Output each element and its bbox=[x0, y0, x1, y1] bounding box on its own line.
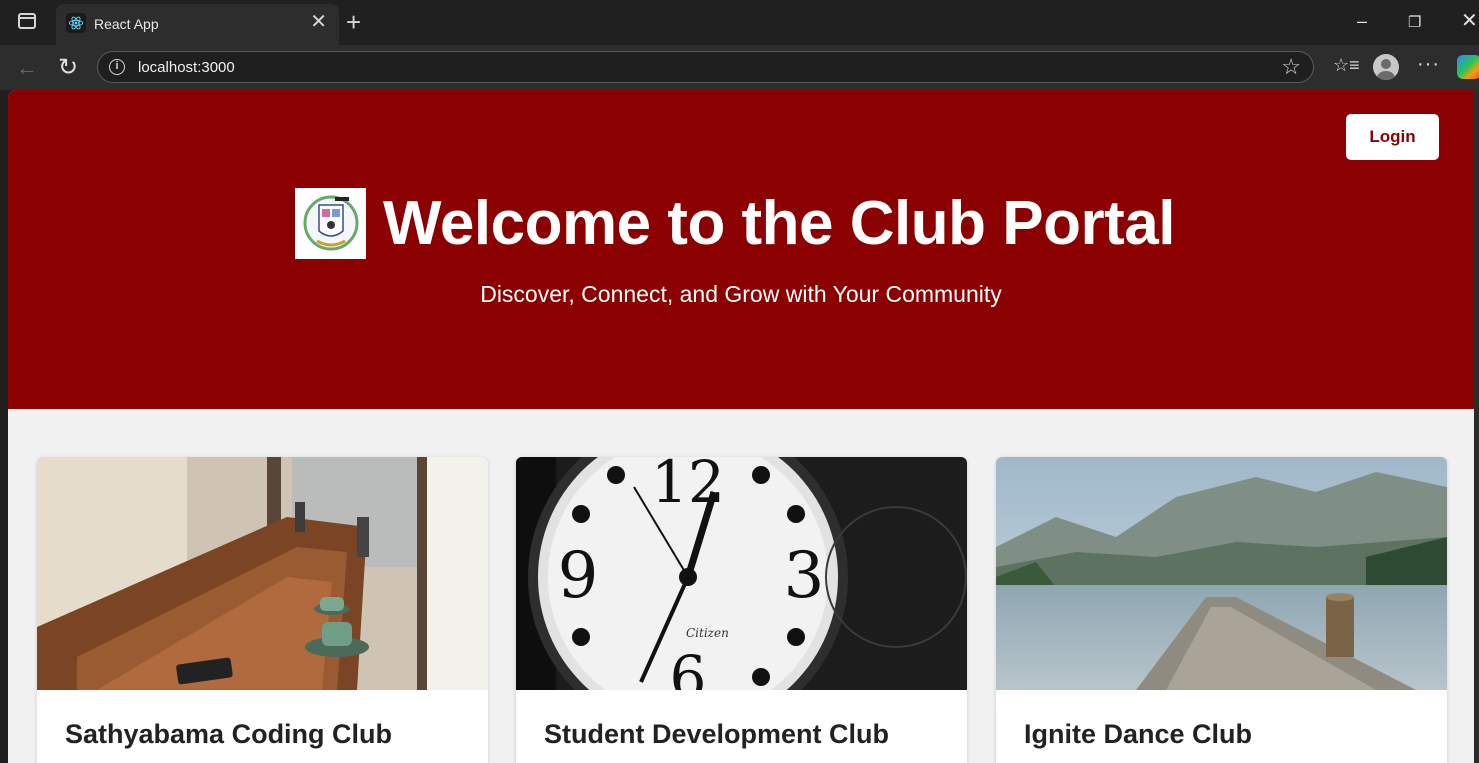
svg-text:12: 12 bbox=[651, 457, 725, 516]
restore-icon[interactable]: ❐ bbox=[1408, 14, 1421, 32]
hero-title-row: Welcome to the Club Portal bbox=[295, 186, 1175, 260]
club-card-coding[interactable]: Sathyabama Coding Club bbox=[37, 457, 488, 763]
clock-photo: 12 9 3 6 Citizen bbox=[516, 457, 967, 690]
back-arrow-icon[interactable]: ← bbox=[16, 55, 38, 81]
browser-tab-bar: React App ✕ + – ❐ ✕ bbox=[0, 0, 1479, 45]
page-subtitle: Discover, Connect, and Grow with Your Co… bbox=[480, 281, 1002, 307]
page-title: Welcome to the Club Portal bbox=[383, 188, 1175, 258]
club-card-student-development[interactable]: 12 9 3 6 Citizen Student Development Clu… bbox=[516, 457, 967, 763]
close-tab-icon[interactable]: ✕ bbox=[310, 12, 327, 32]
login-button[interactable]: Login bbox=[1346, 114, 1439, 160]
club-card-ignite-dance[interactable]: Ignite Dance Club bbox=[996, 457, 1447, 763]
url-input[interactable]: i localhost:3000 ☆ bbox=[97, 51, 1314, 83]
profile-avatar-icon[interactable] bbox=[1373, 54, 1399, 80]
star-icon[interactable]: ☆ bbox=[1281, 54, 1301, 80]
copilot-icon[interactable] bbox=[1457, 55, 1479, 79]
reload-icon[interactable]: ↻ bbox=[58, 53, 78, 82]
window-close-icon[interactable]: ✕ bbox=[1461, 11, 1478, 31]
minimize-icon[interactable]: – bbox=[1357, 12, 1367, 30]
hero-header: Login Welcome to the Club Portal Discove… bbox=[8, 90, 1474, 409]
more-options-icon[interactable]: ··· bbox=[1417, 53, 1440, 76]
lake-pier-photo bbox=[996, 457, 1447, 690]
university-logo bbox=[295, 187, 366, 259]
page-viewport: Login Welcome to the Club Portal Discove… bbox=[8, 90, 1474, 763]
cafe-table-photo bbox=[37, 457, 488, 690]
club-title: Ignite Dance Club bbox=[1024, 719, 1253, 749]
address-bar-row: ← ↻ i localhost:3000 ☆ ☆≡ ··· bbox=[0, 45, 1479, 90]
info-icon[interactable]: i bbox=[109, 59, 125, 75]
page-scrollbar[interactable] bbox=[1474, 90, 1479, 763]
club-title: Student Development Club bbox=[544, 719, 890, 749]
club-title: Sathyabama Coding Club bbox=[65, 719, 393, 749]
new-tab-icon[interactable]: + bbox=[346, 9, 361, 35]
svg-text:Citizen: Citizen bbox=[686, 626, 729, 640]
url-text: localhost:3000 bbox=[138, 59, 235, 76]
svg-text:6: 6 bbox=[670, 643, 707, 690]
sidebar-toggle-icon[interactable] bbox=[18, 13, 36, 29]
svg-text:3: 3 bbox=[784, 539, 825, 613]
tab-title: React App bbox=[94, 16, 159, 32]
favorites-icon[interactable]: ☆≡ bbox=[1333, 55, 1360, 76]
react-icon bbox=[66, 13, 86, 33]
browser-tab[interactable]: React App ✕ bbox=[56, 4, 339, 45]
svg-text:9: 9 bbox=[558, 539, 599, 613]
